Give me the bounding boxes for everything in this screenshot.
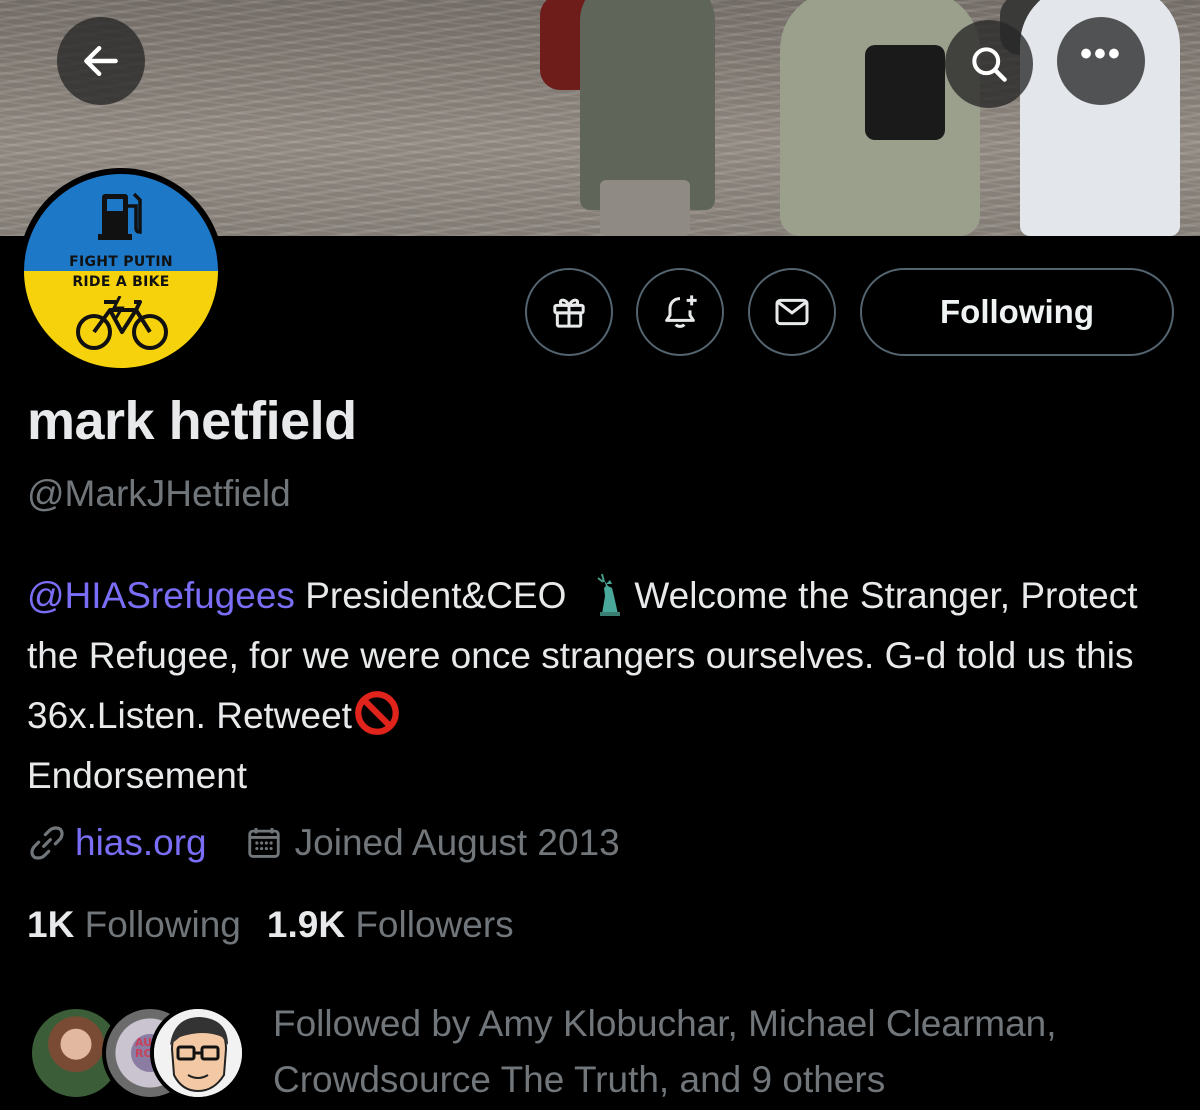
- bio-text-1: President&CEO: [294, 575, 567, 616]
- followers-label: Followers: [355, 904, 514, 945]
- bio-mention-link[interactable]: @HIASrefugees: [27, 575, 295, 616]
- search-button[interactable]: [945, 20, 1033, 108]
- following-label: Following: [84, 904, 241, 945]
- joined-date: Joined August 2013: [294, 822, 620, 863]
- more-button[interactable]: •••: [1057, 17, 1145, 105]
- banner-black-bag: [865, 45, 945, 140]
- banner-person-1: [580, 0, 715, 210]
- statue-of-liberty-icon: [597, 573, 621, 616]
- gift-button[interactable]: [525, 268, 613, 356]
- followers-count: 1.9K: [266, 904, 346, 945]
- website-link[interactable]: hias.org: [75, 822, 207, 864]
- back-button[interactable]: [57, 17, 145, 105]
- cartoon-face-icon: [154, 1009, 242, 1097]
- gift-icon: [553, 298, 585, 328]
- followed-by-text[interactable]: Followed by Amy Klobuchar, Michael Clear…: [273, 996, 1173, 1108]
- display-name: mark hetfield: [27, 391, 357, 451]
- bell-plus-icon: [665, 295, 697, 328]
- message-button[interactable]: [748, 268, 836, 356]
- more-horizontal-icon: •••: [1080, 35, 1122, 73]
- bio-text-3: Endorsement: [27, 755, 248, 796]
- banner-person-1-shorts: [600, 180, 690, 236]
- following-count: 1K: [27, 904, 75, 945]
- arrow-left-icon: [84, 45, 118, 77]
- bicycle-icon: [76, 296, 168, 350]
- profile-meta: hias.org Joined August 2013: [27, 822, 620, 864]
- bio: @HIASrefugees President&CEO Welcome the …: [27, 566, 1187, 806]
- calendar-icon: [247, 827, 280, 858]
- following-count-link[interactable]: 1K Following: [27, 904, 241, 946]
- avatar[interactable]: FIGHT PUTIN RIDE A BIKE: [18, 168, 224, 374]
- fuel-pump-icon: [98, 192, 142, 240]
- following-button[interactable]: Following: [860, 268, 1174, 356]
- link-icon: [30, 826, 64, 860]
- avatar-text-line1: FIGHT PUTIN: [69, 254, 173, 270]
- followers-count-link[interactable]: 1.9K Followers: [267, 904, 514, 946]
- avatar-image: FIGHT PUTIN RIDE A BIKE: [24, 174, 218, 368]
- avatar-text-line2: RIDE A BIKE: [72, 274, 170, 290]
- follow-stats: 1K Following 1.9K Followers: [27, 904, 540, 946]
- mail-icon: [775, 298, 809, 326]
- prohibited-icon: [355, 691, 399, 735]
- search-icon: [972, 47, 1007, 82]
- follower-avatar-3[interactable]: [150, 1005, 246, 1101]
- notify-button[interactable]: [636, 268, 724, 356]
- username-handle: @MarkJHetfield: [27, 473, 291, 514]
